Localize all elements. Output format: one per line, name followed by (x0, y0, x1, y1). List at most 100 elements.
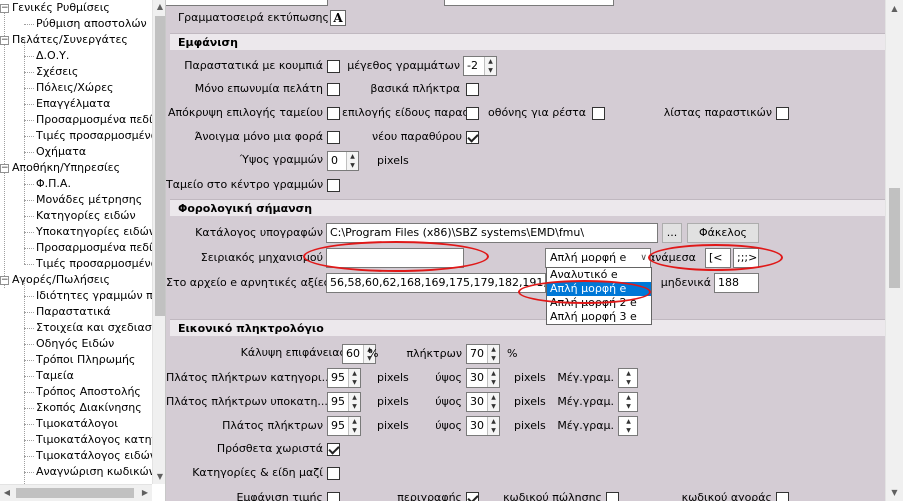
scroll-thumb[interactable] (889, 188, 900, 288)
tree-leaf[interactable]: Αναγνώριση κωδικών (36, 464, 152, 480)
tree-leaf[interactable]: Υποκατηγορίες ειδών (36, 224, 152, 240)
scroll-thumb[interactable] (155, 16, 165, 316)
tree-leaf[interactable]: Ρύθμιση αποστολών (36, 16, 152, 32)
font-select-button[interactable]: A (330, 10, 346, 26)
tree-leaf[interactable]: Ταμεία (36, 368, 152, 384)
scroll-up-icon[interactable]: ▲ (886, 0, 903, 17)
format-option[interactable]: Απλή μορφή e (547, 282, 651, 296)
spin-down-icon[interactable]: ▼ (623, 402, 634, 411)
tree-node[interactable]: − Πελάτες/Συνεργάτες (0, 32, 150, 48)
serial-input[interactable] (326, 248, 464, 268)
spin-up-icon[interactable]: ▲ (349, 369, 360, 378)
tree-leaf[interactable]: Οχήματα (36, 144, 152, 160)
scroll-right-icon[interactable]: ▶ (138, 485, 152, 501)
max-lines-stepper[interactable]: ▲ ▼ (618, 368, 638, 388)
tree-leaf[interactable]: Τιμές προσαρμοσμένω (36, 256, 152, 272)
tree-leaf[interactable]: Πόλεις/Χώρες (36, 80, 152, 96)
tree-leaf[interactable]: Προσαρμοσμένα πεδί (36, 112, 152, 128)
tree-leaf[interactable]: Τρόπος Αποστολής (36, 384, 152, 400)
open-once-checkbox[interactable] (327, 131, 340, 144)
spin-up-icon[interactable]: ▲ (488, 345, 499, 354)
spin-down-icon[interactable]: ▼ (488, 378, 499, 387)
keys-stepper[interactable]: 70 ▲ ▼ (466, 344, 500, 364)
tree-leaf[interactable]: Φ.Π.Α. (36, 176, 152, 192)
scroll-down-icon[interactable]: ▼ (153, 470, 165, 484)
spin-down-icon[interactable]: ▼ (349, 402, 360, 411)
scroll-thumb[interactable] (16, 488, 134, 498)
tree-leaf[interactable]: Παραστατικά (36, 304, 152, 320)
spin-up-icon[interactable]: ▲ (349, 393, 360, 402)
spin-down-icon[interactable]: ▼ (485, 66, 496, 75)
buttons-docs-checkbox[interactable] (327, 60, 340, 73)
format-option[interactable]: Απλή μορφή 2 e (547, 296, 651, 310)
tree-horizontal-scrollbar[interactable]: ◀ ▶ (0, 484, 152, 501)
purchase-code-checkbox[interactable] (776, 492, 789, 501)
spin-down-icon[interactable]: ▼ (488, 354, 499, 363)
between-right-input[interactable]: ;;;>] (733, 248, 759, 268)
format-combo[interactable]: Απλή μορφή e ∨ (545, 248, 651, 268)
key-width-stepper[interactable]: 95 ▲ ▼ (327, 368, 361, 388)
cash-center-checkbox[interactable] (327, 179, 340, 192)
tree-leaf[interactable]: Τιμοκατάλογος κατηγ (36, 432, 152, 448)
tree-node[interactable]: − Αγορές/Πωλήσεις (0, 272, 150, 288)
receipts-list-checkbox[interactable] (776, 107, 789, 120)
tree-leaf[interactable]: Δ.Ο.Υ. (36, 48, 152, 64)
tree-leaf[interactable]: Προσαρμοσμένα πεδί (36, 240, 152, 256)
format-option[interactable]: Αναλυτικό e (547, 268, 651, 282)
font-size-stepper[interactable]: -2 ▲ ▼ (463, 56, 497, 76)
key-height-stepper[interactable]: 30 ▲ ▼ (466, 368, 500, 388)
spin-up-icon[interactable]: ▲ (485, 57, 496, 66)
scroll-up-icon[interactable]: ▲ (153, 0, 165, 14)
description-checkbox[interactable] (466, 492, 479, 501)
max-lines-stepper[interactable]: ▲ ▼ (618, 416, 638, 436)
scroll-left-icon[interactable]: ◀ (0, 485, 14, 501)
collapse-icon[interactable]: − (0, 4, 9, 13)
spin-down-icon[interactable]: ▼ (623, 378, 634, 387)
key-width-stepper[interactable]: 95 ▲ ▼ (327, 416, 361, 436)
collapse-icon[interactable]: − (0, 36, 9, 45)
top-input-right[interactable] (444, 0, 614, 6)
spin-up-icon[interactable]: ▲ (488, 369, 499, 378)
spin-down-icon[interactable]: ▼ (488, 402, 499, 411)
spin-up-icon[interactable]: ▲ (488, 417, 499, 426)
tree-leaf[interactable]: Μονάδες μέτρησης (36, 192, 152, 208)
cats-items-together-checkbox[interactable] (327, 467, 340, 480)
tree-leaf[interactable]: Σκοπός Διακίνησης (36, 400, 152, 416)
doc-type-select-checkbox[interactable] (466, 107, 479, 120)
show-price-checkbox[interactable] (327, 492, 340, 501)
tree-leaf[interactable]: Στοιχεία και σχεδιασμό (36, 320, 152, 336)
key-height-stepper[interactable]: 30 ▲ ▼ (466, 416, 500, 436)
spin-up-icon[interactable]: ▲ (623, 369, 634, 378)
spin-down-icon[interactable]: ▼ (349, 378, 360, 387)
tree-leaf[interactable]: Οδηγός Ειδών (36, 336, 152, 352)
spin-down-icon[interactable]: ▼ (488, 426, 499, 435)
spin-up-icon[interactable]: ▲ (623, 417, 634, 426)
sale-code-checkbox[interactable] (606, 492, 619, 501)
tree-leaf[interactable]: Τιμές προσαρμοσμένω (36, 128, 152, 144)
spin-down-icon[interactable]: ▼ (349, 426, 360, 435)
only-client-name-checkbox[interactable] (327, 83, 340, 96)
line-height-stepper[interactable]: 0 ▲ ▼ (327, 151, 359, 171)
tree-leaf[interactable]: Κατηγορίες ειδών (36, 208, 152, 224)
scroll-down-icon[interactable]: ▼ (886, 484, 903, 501)
spin-down-icon[interactable]: ▼ (623, 426, 634, 435)
spin-down-icon[interactable]: ▼ (347, 161, 358, 170)
change-screen-checkbox[interactable] (592, 107, 605, 120)
negative-input[interactable]: 56,58,60,62,168,169,175,179,182,191,193,… (326, 273, 546, 293)
basic-keys-checkbox[interactable] (466, 83, 479, 96)
tree-leaf[interactable]: Ιδιότητες γραμμών πα (36, 288, 152, 304)
tree-leaf[interactable]: Επαγγέλματα (36, 96, 152, 112)
tree-node[interactable]: − Γενικές Ρυθμίσεις (0, 0, 150, 16)
collapse-icon[interactable]: − (0, 276, 9, 285)
hide-cash-select-checkbox[interactable] (327, 107, 340, 120)
max-lines-stepper[interactable]: ▲ ▼ (618, 392, 638, 412)
browse-button[interactable]: ... (662, 223, 682, 243)
signers-dir-input[interactable]: C:\Program Files (x86)\SBZ systems\EMD\f… (326, 223, 658, 243)
tree-leaf[interactable]: Σχέσεις (36, 64, 152, 80)
folder-button[interactable]: Φάκελος (687, 223, 759, 243)
key-height-stepper[interactable]: 30 ▲ ▼ (466, 392, 500, 412)
tree-vertical-scrollbar[interactable]: ▲ ▼ (152, 0, 165, 484)
add-separately-checkbox[interactable] (327, 443, 340, 456)
new-window-checkbox[interactable] (466, 131, 479, 144)
format-option[interactable]: Απλή μορφή 3 e (547, 310, 651, 324)
